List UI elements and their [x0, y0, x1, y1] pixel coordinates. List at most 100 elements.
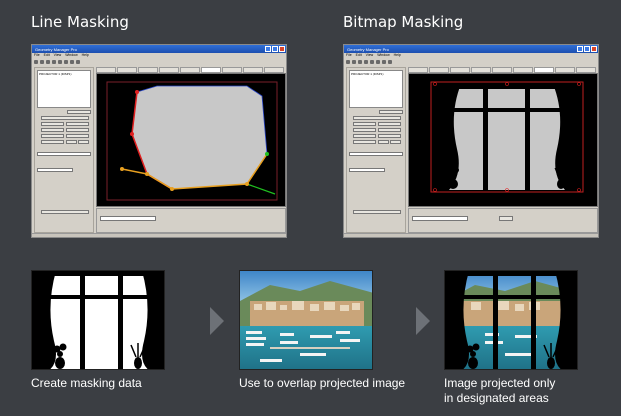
display-projector-name-button[interactable]	[353, 116, 401, 120]
pict-button[interactable]	[78, 140, 89, 144]
shutter-on-button[interactable]	[353, 128, 376, 132]
shutter-off-button[interactable]	[378, 128, 401, 132]
line-mask-preview	[106, 81, 278, 201]
line-masking-canvas[interactable]	[96, 73, 286, 207]
grid-resolution-select[interactable]	[349, 168, 385, 172]
toolbar-undo-icon[interactable]	[376, 59, 380, 64]
mask-internal-radio[interactable]	[38, 191, 58, 194]
toolbar-redo-icon[interactable]	[382, 59, 386, 64]
caption-overlap-projected-image: Use to overlap projected image	[239, 376, 406, 390]
toolbar-copy-icon[interactable]	[52, 59, 56, 64]
review-button[interactable]	[379, 110, 403, 114]
caption-image-projected-line2: in designated areas	[444, 391, 549, 405]
mask-point[interactable]	[120, 167, 124, 171]
toolbar-redo-icon[interactable]	[70, 59, 74, 64]
masking-mode-select[interactable]	[100, 216, 156, 221]
projector-panel: PROJECTOR 1 (DISP1)	[34, 67, 94, 233]
toolbar-paste-icon[interactable]	[370, 59, 374, 64]
projector-tree[interactable]: PROJECTOR 1 (DISP1)	[37, 70, 91, 108]
screen-on-button[interactable]	[41, 122, 64, 126]
mask-internal-radio[interactable]	[350, 191, 370, 194]
test-pattern-select[interactable]	[349, 152, 403, 156]
manual-transfer-button[interactable]	[353, 210, 401, 214]
mask-point[interactable]	[145, 172, 149, 176]
mask-point[interactable]	[135, 90, 139, 94]
display-projector-name-button[interactable]	[41, 116, 89, 120]
battery-shift-button[interactable]	[41, 140, 64, 144]
pixel-button[interactable]	[378, 140, 389, 144]
mask-point[interactable]	[170, 187, 174, 191]
toolbar-open-icon[interactable]	[352, 59, 356, 64]
menu-file[interactable]: File	[346, 53, 352, 58]
mask-pattern-radio[interactable]	[38, 196, 58, 199]
mask-none-radio[interactable]	[350, 186, 370, 189]
menu-help[interactable]: Help	[394, 53, 401, 58]
battery-off-button[interactable]	[378, 134, 401, 138]
battery-off-button[interactable]	[66, 134, 89, 138]
toolbar-save-icon[interactable]	[46, 59, 50, 64]
close-icon[interactable]	[591, 46, 597, 52]
mask-point[interactable]	[130, 132, 134, 136]
grid-resolution-select[interactable]	[37, 168, 73, 172]
mask-point[interactable]	[265, 152, 269, 156]
battery-on-button[interactable]	[41, 134, 64, 138]
shutter-on-button[interactable]	[41, 128, 64, 132]
toolbar-open-icon[interactable]	[40, 59, 44, 64]
toolbar-undo-icon[interactable]	[64, 59, 68, 64]
tree-item-projector[interactable]: PROJECTOR 1 (DISP1)	[351, 72, 383, 76]
menu-edit[interactable]: Edit	[356, 53, 362, 58]
file-button[interactable]	[499, 216, 513, 221]
toolbar-settings-icon[interactable]	[76, 59, 80, 64]
projector-tree[interactable]: PROJECTOR 1 (DISP1)	[349, 70, 403, 108]
arrow-right-icon	[416, 307, 430, 335]
line-masking-heading: Line Masking	[31, 13, 129, 31]
toolbar	[344, 58, 598, 65]
maximize-icon[interactable]	[584, 46, 590, 52]
auto-transfer-checkbox[interactable]	[38, 217, 58, 220]
mask-none-radio[interactable]	[38, 186, 58, 189]
caption-create-masking-data: Create masking data	[31, 376, 142, 390]
auto-transfer-checkbox[interactable]	[350, 217, 370, 220]
toolbar-save-icon[interactable]	[358, 59, 362, 64]
maximize-icon[interactable]	[272, 46, 278, 52]
menu-view[interactable]: View	[366, 53, 374, 58]
manual-transfer-button[interactable]	[41, 210, 89, 214]
bitmap-masking-screenshot: Geometry Manager Pro File Edit View Wind…	[343, 44, 599, 238]
battery-on-button[interactable]	[353, 134, 376, 138]
menu-window[interactable]: Window	[65, 53, 77, 58]
menu-help[interactable]: Help	[82, 53, 89, 58]
mask-area	[131, 85, 268, 190]
pict-button[interactable]	[390, 140, 401, 144]
toolbar-new-icon[interactable]	[346, 59, 350, 64]
shutter-off-button[interactable]	[66, 128, 89, 132]
toolbar-new-icon[interactable]	[34, 59, 38, 64]
projector-panel: PROJECTOR 1 (DISP1)	[346, 67, 406, 233]
window-title-bar: Geometry Manager Pro	[32, 45, 286, 53]
battery-shift-button[interactable]	[353, 140, 376, 144]
test-pattern-select[interactable]	[37, 152, 91, 156]
standby-button[interactable]	[66, 122, 89, 126]
toolbar-paste-icon[interactable]	[58, 59, 62, 64]
menu-view[interactable]: View	[54, 53, 62, 58]
toolbar-settings-icon[interactable]	[388, 59, 392, 64]
review-button[interactable]	[67, 110, 91, 114]
status-bar	[32, 233, 286, 237]
standby-button[interactable]	[378, 122, 401, 126]
minimize-icon[interactable]	[265, 46, 271, 52]
masked-result-image	[444, 270, 578, 370]
tree-item-projector[interactable]: PROJECTOR 1 (DISP1)	[39, 72, 71, 76]
mask-pattern-radio[interactable]	[350, 196, 370, 199]
mask-point[interactable]	[245, 182, 249, 186]
menu-edit[interactable]: Edit	[44, 53, 50, 58]
pixel-button[interactable]	[66, 140, 77, 144]
arrow-right-icon	[210, 307, 224, 335]
masking-mode-select[interactable]	[412, 216, 468, 221]
screen-on-button[interactable]	[353, 122, 376, 126]
menu-file[interactable]: File	[34, 53, 40, 58]
masking-form-panel	[96, 208, 286, 233]
minimize-icon[interactable]	[577, 46, 583, 52]
menu-window[interactable]: Window	[377, 53, 389, 58]
toolbar-copy-icon[interactable]	[364, 59, 368, 64]
close-icon[interactable]	[279, 46, 285, 52]
bitmap-masking-canvas[interactable]	[408, 73, 598, 207]
